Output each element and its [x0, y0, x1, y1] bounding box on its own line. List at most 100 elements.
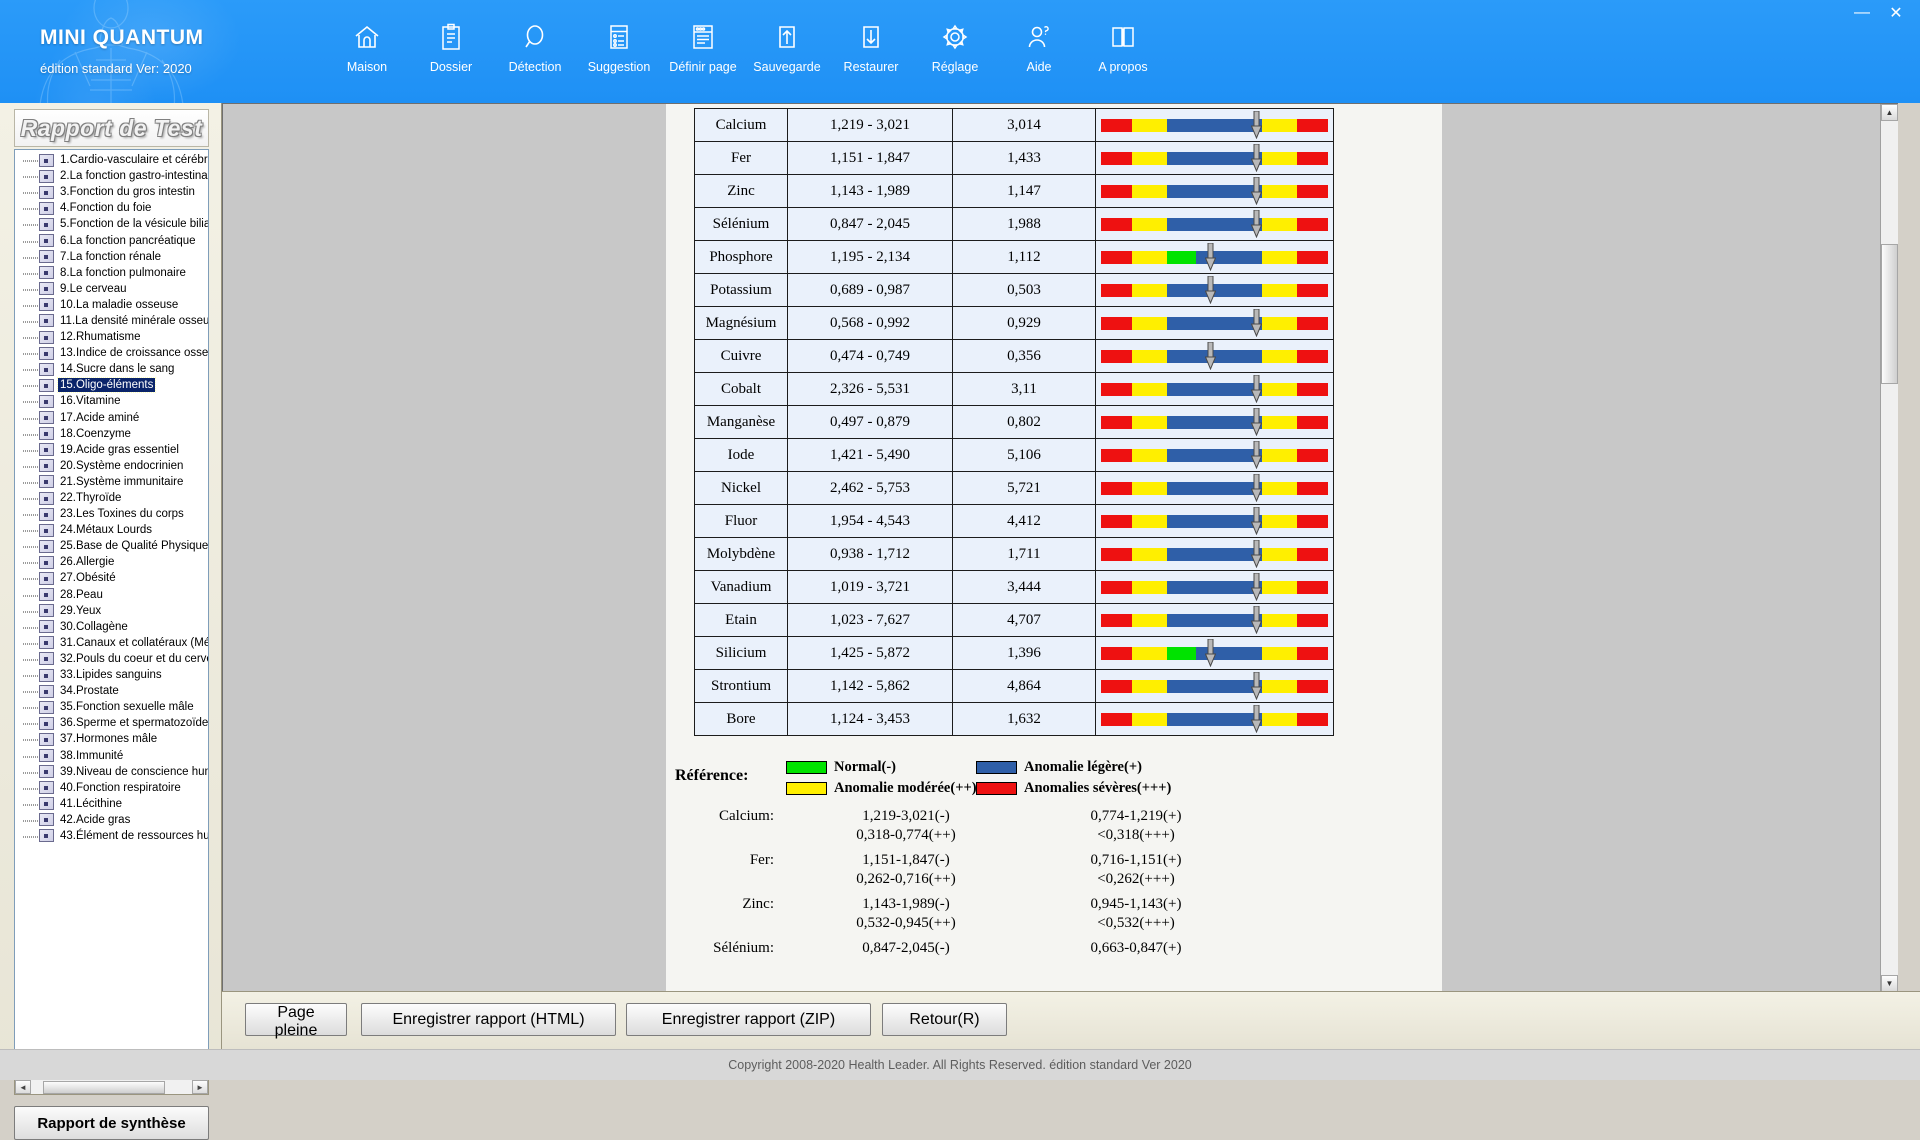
- tree-item[interactable]: 41.Lécithine: [15, 795, 208, 812]
- save-report-zip-button[interactable]: Enregistrer rapport (ZIP): [626, 1003, 871, 1036]
- report-vertical-scrollbar[interactable]: ▲ ▼: [1880, 104, 1898, 992]
- reference-item: Calcium: 1,219-3,021(-) 0,774-1,219(+) 0,31…: [666, 808, 1442, 852]
- tree-item[interactable]: 35.Fonction sexuelle mâle: [15, 699, 208, 716]
- tree-item[interactable]: 21.Système immunitaire: [15, 473, 208, 490]
- document-icon: [39, 797, 54, 811]
- tree-item[interactable]: 7.La fonction rénale: [15, 248, 208, 265]
- legend-entry: Anomalies sévères(+++): [976, 780, 1171, 797]
- tree-item[interactable]: 5.Fonction de la vésicule biliaire: [15, 216, 208, 233]
- tree-item[interactable]: 19.Acide gras essentiel: [15, 441, 208, 458]
- scrollbar-thumb[interactable]: [1881, 244, 1898, 384]
- tree-item[interactable]: 17.Acide aminé: [15, 409, 208, 426]
- measured-value-cell: 3,014: [952, 108, 1096, 142]
- toolbar-item-sauvegarde[interactable]: Sauvegarde: [745, 16, 829, 91]
- table-row: Strontium 1,142 - 5,862 4,864: [694, 669, 1334, 703]
- scroll-right-icon[interactable]: ►: [192, 1080, 208, 1094]
- minimize-icon[interactable]: —: [1846, 2, 1878, 24]
- close-icon[interactable]: ✕: [1880, 2, 1912, 24]
- scroll-down-icon[interactable]: ▼: [1881, 975, 1898, 992]
- document-icon: [39, 749, 54, 763]
- tree-item[interactable]: 31.Canaux et collatéraux (Méridiens): [15, 634, 208, 651]
- back-button[interactable]: Retour(R): [882, 1003, 1007, 1036]
- document-icon: [39, 443, 54, 457]
- toolbar-item-suggestion[interactable]: Suggestion: [577, 16, 661, 91]
- measured-value-cell: 1,433: [952, 141, 1096, 175]
- measured-value-cell: 4,864: [952, 669, 1096, 703]
- tree-item[interactable]: 10.La maladie osseuse: [15, 296, 208, 313]
- tree-item[interactable]: 34.Prostate: [15, 683, 208, 700]
- tree-connector: [23, 811, 39, 828]
- indicator-marker: [1250, 210, 1262, 238]
- tree-connector: [23, 200, 39, 217]
- tree-item[interactable]: 26.Allergie: [15, 554, 208, 571]
- reference-range-cell: 1,019 - 3,721: [787, 570, 953, 604]
- full-page-button[interactable]: Page pleine: [245, 1003, 347, 1039]
- toolbar-item-reglage[interactable]: Réglage: [913, 16, 997, 91]
- report-tree[interactable]: 1.Cardio-vasculaire et cérébro-vasculair…: [14, 149, 209, 1079]
- document-icon: [39, 523, 54, 537]
- tree-item[interactable]: 20.Système endocrinien: [15, 457, 208, 474]
- tree-item[interactable]: 29.Yeux: [15, 602, 208, 619]
- toolbar-item-aide[interactable]: Aide: [997, 16, 1081, 91]
- indicator-bar: [1100, 506, 1329, 536]
- tree-item[interactable]: 24.Métaux Lourds: [15, 522, 208, 539]
- tree-item[interactable]: 25.Base de Qualité Physique: [15, 538, 208, 555]
- tree-item[interactable]: 23.Les Toxines du corps: [15, 506, 208, 523]
- measured-value-cell: 0,356: [952, 339, 1096, 373]
- tree-item[interactable]: 42.Acide gras: [15, 811, 208, 828]
- tree-item[interactable]: 33.Lipides sanguins: [15, 667, 208, 684]
- document-icon: [39, 620, 54, 634]
- toolbar-item-a-propos[interactable]: A propos: [1081, 16, 1165, 91]
- tree-item[interactable]: 30.Collagène: [15, 618, 208, 635]
- tree-item[interactable]: 22.Thyroïde: [15, 490, 208, 507]
- tree-item-label: 31.Canaux et collatéraux (Méridiens): [60, 636, 208, 649]
- tree-item[interactable]: 4.Fonction du foie: [15, 200, 208, 217]
- tree-item[interactable]: 38.Immunité: [15, 747, 208, 764]
- tree-item[interactable]: 28.Peau: [15, 586, 208, 603]
- table-row: Magnésium 0,568 - 0,992 0,929: [694, 306, 1334, 340]
- tree-item[interactable]: 43.Élément de ressources humaines: [15, 827, 208, 844]
- scroll-left-icon[interactable]: ◄: [15, 1080, 31, 1094]
- reference-range-normal: 1,219-3,021(-): [862, 808, 950, 824]
- tree-item[interactable]: 3.Fonction du gros intestin: [15, 184, 208, 201]
- document-icon: [39, 716, 54, 730]
- reference-range-cell: 1,151 - 1,847: [787, 141, 953, 175]
- tree-item[interactable]: 12.Rhumatisme: [15, 329, 208, 346]
- document-icon: [39, 765, 54, 779]
- tree-item[interactable]: 39.Niveau de conscience humaine: [15, 763, 208, 780]
- tree-item[interactable]: 15.Oligo-éléments: [15, 377, 208, 394]
- tree-item[interactable]: 13.Indice de croissance osseuse: [15, 345, 208, 362]
- tree-item[interactable]: 18.Coenzyme: [15, 425, 208, 442]
- tree-item[interactable]: 14.Sucre dans le sang: [15, 361, 208, 378]
- tree-item-label: 30.Collagène: [60, 620, 128, 633]
- tree-item[interactable]: 36.Sperme et spermatozoïdes: [15, 715, 208, 732]
- toolbar-item-detection[interactable]: Détection: [493, 16, 577, 91]
- tree-connector: [23, 570, 39, 587]
- save-report-html-button[interactable]: Enregistrer rapport (HTML): [361, 1003, 616, 1036]
- tree-item[interactable]: 9.Le cerveau: [15, 280, 208, 297]
- tree-item[interactable]: 11.La densité minérale osseuse: [15, 312, 208, 329]
- tree-item[interactable]: 6.La fonction pancréatique: [15, 232, 208, 249]
- summary-report-button[interactable]: Rapport de synthèse: [14, 1106, 209, 1140]
- tree-item[interactable]: 37.Hormones mâle: [15, 731, 208, 748]
- tree-item[interactable]: 40.Fonction respiratoire: [15, 779, 208, 796]
- document-icon: [39, 507, 54, 521]
- tree-item[interactable]: 2.La fonction gastro-intestinale: [15, 168, 208, 185]
- scrollbar-thumb[interactable]: [43, 1080, 165, 1094]
- tree-item[interactable]: 8.La fonction pulmonaire: [15, 264, 208, 281]
- toolbar-item-maison[interactable]: Maison: [325, 16, 409, 91]
- toolbar-item-restaurer[interactable]: Restaurer: [829, 16, 913, 91]
- tree-item[interactable]: 27.Obésité: [15, 570, 208, 587]
- tree-connector: [23, 377, 39, 394]
- tree-item-label: 3.Fonction du gros intestin: [60, 186, 195, 199]
- indicator-bar: [1100, 572, 1329, 602]
- toolbar-item-definir-page[interactable]: Définir page: [661, 16, 745, 91]
- tree-item[interactable]: 32.Pouls du coeur et du cerveau: [15, 650, 208, 667]
- tree-horizontal-scrollbar[interactable]: ◄ ►: [14, 1079, 209, 1095]
- tree-item-label: 42.Acide gras: [60, 813, 131, 826]
- scroll-up-icon[interactable]: ▲: [1881, 104, 1898, 121]
- toolbar-item-dossier[interactable]: Dossier: [409, 16, 493, 91]
- tree-item[interactable]: 1.Cardio-vasculaire et cérébro-vasculair…: [15, 152, 208, 169]
- tree-item[interactable]: 16.Vitamine: [15, 393, 208, 410]
- reference-range-cell: 1,219 - 3,021: [787, 108, 953, 142]
